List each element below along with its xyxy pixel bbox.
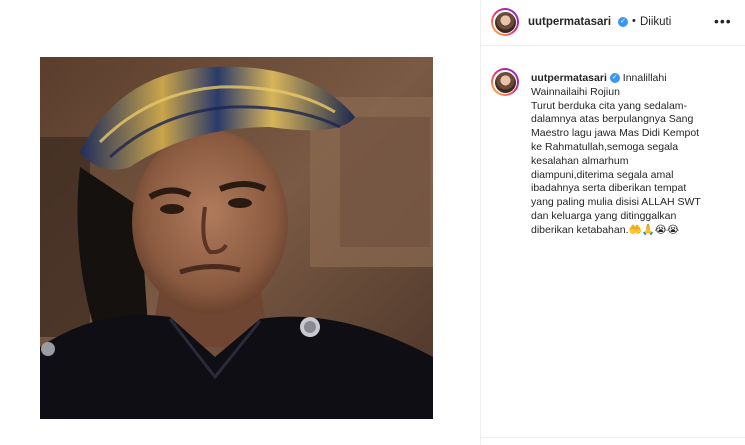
post-caption: uutpermatasari ✓ Innalillahi Wainnailaihi… bbox=[531, 72, 731, 238]
image-watermark-strip bbox=[45, 42, 425, 48]
caption-text-line: kesalahan almarhum bbox=[531, 154, 629, 167]
caption-text-line: diampuni,diterima segala amal bbox=[531, 168, 674, 181]
divider bbox=[481, 437, 745, 438]
post-header: uutpermatasari ✓ • Diikuti ••• bbox=[481, 0, 745, 46]
verified-badge-icon: ✓ bbox=[618, 17, 628, 27]
caption-username[interactable]: uutpermatasari bbox=[531, 72, 607, 84]
portrait-image bbox=[40, 57, 433, 419]
caption-text-line: yang paling mulia disisi ALLAH SWT bbox=[531, 196, 701, 209]
separator-dot: • bbox=[632, 15, 636, 27]
caption-text-line: diberikan ketabahan.🤲🙏😭😭 bbox=[531, 223, 680, 236]
post-media-area bbox=[0, 0, 481, 445]
caption-text-line: ke Rahmatullah,semoga segala bbox=[531, 140, 679, 153]
post-photo[interactable] bbox=[40, 57, 433, 419]
caption-avatar[interactable] bbox=[491, 68, 519, 96]
caption-text-line: Innalillahi bbox=[622, 72, 667, 84]
caption-text-line: Turut berduka cita yang sedalam- bbox=[531, 99, 688, 112]
post-sidebar: uutpermatasari ✓ • Diikuti ••• uutpermat… bbox=[481, 0, 745, 445]
header-username[interactable]: uutpermatasari bbox=[528, 16, 611, 28]
caption-text-line: ibadahnya serta diberikan tempat bbox=[531, 182, 687, 195]
verified-badge-icon: ✓ bbox=[609, 73, 620, 84]
follow-status-button[interactable]: Diikuti bbox=[640, 16, 671, 28]
caption-text-line: dan keluarga yang ditinggalkan bbox=[531, 209, 677, 222]
caption-text-line: Maestro lagu jawa Mas Didi Kempot bbox=[531, 127, 700, 140]
avatar[interactable] bbox=[491, 8, 519, 36]
caption-text-line: dalamnya atas berpulangnya Sang bbox=[531, 113, 694, 126]
more-options-icon[interactable]: ••• bbox=[714, 13, 732, 29]
caption-text-line: Wainnailaihi Rojiun bbox=[531, 85, 620, 98]
